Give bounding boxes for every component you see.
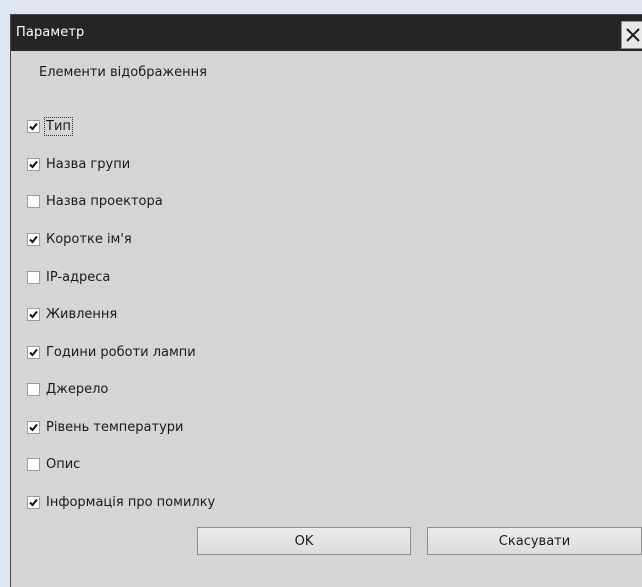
- cancel-button[interactable]: Скасувати: [427, 527, 642, 555]
- option-label: Джерело: [46, 381, 109, 397]
- checkbox-error-info[interactable]: [27, 495, 40, 509]
- option-label: Живлення: [46, 306, 118, 322]
- checkbox-short-name[interactable]: [27, 232, 40, 246]
- option-lamp-hours[interactable]: Години роботи лампи: [27, 342, 196, 362]
- option-type[interactable]: Тип: [27, 116, 73, 136]
- check-icon: [29, 498, 38, 506]
- checkbox-lamp-hours[interactable]: [27, 345, 40, 359]
- checkbox-source[interactable]: [27, 382, 40, 396]
- checkbox-ip-address[interactable]: [27, 270, 40, 284]
- checkbox-description[interactable]: [27, 457, 40, 471]
- option-power[interactable]: Живлення: [27, 304, 117, 324]
- option-source[interactable]: Джерело: [27, 379, 108, 399]
- ok-button[interactable]: OK: [197, 527, 411, 555]
- option-label: Рівень температури: [46, 419, 184, 435]
- option-short-name[interactable]: Коротке ім'я: [27, 229, 132, 249]
- check-icon: [29, 235, 38, 243]
- option-group-name[interactable]: Назва групи: [27, 154, 130, 174]
- section-label: Елементи відображення: [39, 65, 207, 80]
- checkbox-projector-name[interactable]: [27, 194, 40, 208]
- option-label: Назва проектора: [46, 193, 163, 209]
- option-label: IP-адреса: [46, 269, 111, 285]
- option-label: Інформація про помилку: [46, 494, 216, 510]
- dialog-titlebar[interactable]: Параметр: [11, 15, 642, 51]
- check-icon: [29, 122, 38, 130]
- option-error-info[interactable]: Інформація про помилку: [27, 492, 215, 512]
- option-label: Години роботи лампи: [46, 344, 196, 360]
- check-icon: [29, 423, 38, 431]
- option-temperature-level[interactable]: Рівень температури: [27, 417, 183, 437]
- option-label: Назва групи: [46, 156, 131, 172]
- checkbox-type[interactable]: [27, 119, 40, 133]
- checkbox-temperature-level[interactable]: [27, 420, 40, 434]
- option-label: Коротке ім'я: [46, 231, 132, 247]
- close-icon: [626, 28, 640, 42]
- dialog-title: Параметр: [16, 25, 85, 40]
- check-icon: [29, 160, 38, 168]
- checkbox-group-name[interactable]: [27, 157, 40, 171]
- option-description[interactable]: Опис: [27, 454, 80, 474]
- option-projector-name[interactable]: Назва проектора: [27, 191, 163, 211]
- option-label: Тип: [44, 116, 73, 136]
- check-icon: [29, 348, 38, 356]
- check-icon: [29, 310, 38, 318]
- option-label: Опис: [46, 456, 81, 472]
- close-button[interactable]: [621, 21, 642, 49]
- option-ip-address[interactable]: IP-адреса: [27, 267, 110, 287]
- checkbox-power[interactable]: [27, 307, 40, 321]
